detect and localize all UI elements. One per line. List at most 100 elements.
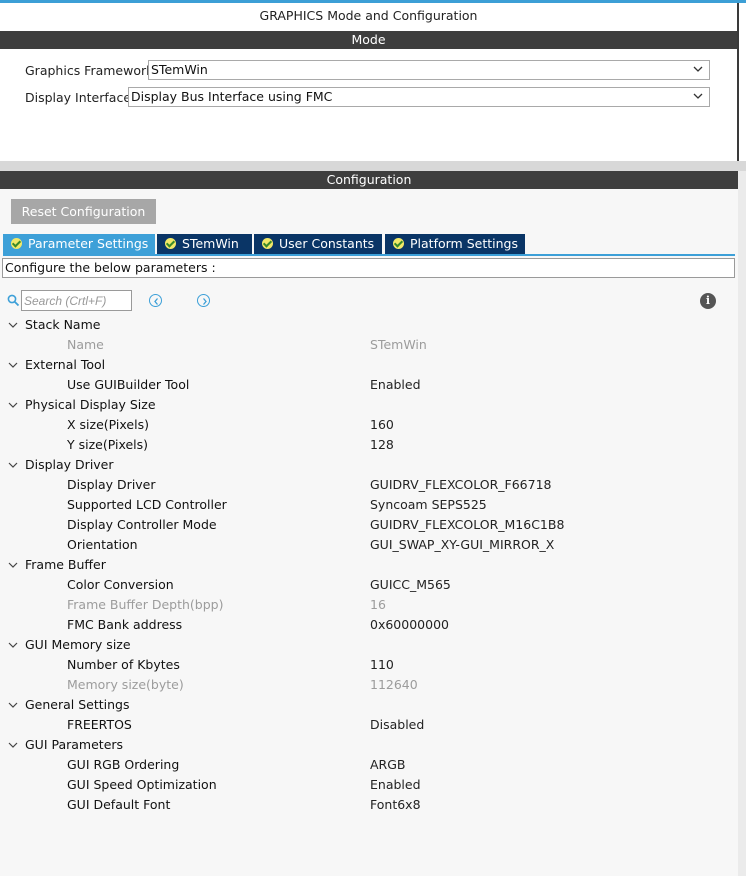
parameter-name: Display Controller Mode	[67, 517, 217, 532]
tree-group-row[interactable]: External Tool	[0, 355, 738, 375]
mode-header: Mode	[0, 31, 737, 49]
parameter-value[interactable]: ARGB	[370, 755, 406, 775]
parameter-name: Orientation	[67, 537, 138, 552]
parameter-row[interactable]: GUI Default Font Font6x8	[0, 795, 738, 815]
parameter-row[interactable]: Use GUIBuilder Tool Enabled	[0, 375, 738, 395]
chevron-down-icon	[693, 93, 703, 99]
parameter-value[interactable]: Font6x8	[370, 795, 421, 815]
parameter-row: Memory size(byte) 112640	[0, 675, 738, 695]
parameter-row[interactable]: X size(Pixels) 160	[0, 415, 738, 435]
parameter-name: Memory size(byte)	[67, 677, 184, 692]
parameter-row: Frame Buffer Depth(bpp) 16	[0, 595, 738, 615]
parameter-name: GUI Speed Optimization	[67, 777, 217, 792]
chevron-down-icon[interactable]	[8, 322, 18, 328]
tree-group-label: General Settings	[25, 697, 130, 712]
tree-group-row[interactable]: Physical Display Size	[0, 395, 738, 415]
parameter-name: GUI Default Font	[67, 797, 171, 812]
tree-group-row[interactable]: GUI Parameters	[0, 735, 738, 755]
configuration-panel-border	[738, 171, 746, 876]
tree-group-row[interactable]: GUI Memory size	[0, 635, 738, 655]
parameter-row[interactable]: Display Controller Mode GUIDRV_FLEXCOLOR_…	[0, 515, 738, 535]
window-top-accent	[0, 0, 746, 3]
parameter-row[interactable]: Supported LCD Controller Syncoam SEPS525	[0, 495, 738, 515]
tab-platform-settings[interactable]: Platform Settings	[385, 234, 525, 254]
parameter-row[interactable]: Orientation GUI_SWAP_XY-GUI_MIRROR_X	[0, 535, 738, 555]
parameter-value[interactable]: Disabled	[370, 715, 424, 735]
parameter-name: Y size(Pixels)	[67, 437, 149, 452]
parameter-value[interactable]: 128	[370, 435, 394, 455]
chevron-down-icon[interactable]	[8, 642, 18, 648]
tree-group-label: Stack Name	[25, 317, 101, 332]
chevron-down-icon	[693, 66, 703, 72]
display-interface-select[interactable]: Display Bus Interface using FMC	[128, 87, 710, 107]
tree-group-row[interactable]: Frame Buffer	[0, 555, 738, 575]
configure-hint: Configure the below parameters :	[2, 258, 735, 278]
tab-underline	[3, 254, 735, 256]
tree-group-row[interactable]: General Settings	[0, 695, 738, 715]
tree-group-row[interactable]: Display Driver	[0, 455, 738, 475]
parameter-value[interactable]: GUIDRV_FLEXCOLOR_F66718	[370, 475, 551, 495]
check-icon	[262, 238, 273, 249]
tree-group-row[interactable]: Stack Name	[0, 315, 738, 335]
parameter-name: Frame Buffer Depth(bpp)	[67, 597, 224, 612]
parameter-value[interactable]: 160	[370, 415, 394, 435]
check-icon	[165, 238, 176, 249]
parameter-name: FREERTOS	[67, 717, 132, 732]
tab-stemwin[interactable]: STemWin	[157, 234, 252, 254]
parameter-value[interactable]: 0x60000000	[370, 615, 449, 635]
parameter-name: Use GUIBuilder Tool	[67, 377, 190, 392]
parameter-name: Color Conversion	[67, 577, 174, 592]
parameter-row[interactable]: Color Conversion GUICC_M565	[0, 575, 738, 595]
parameter-row[interactable]: Display Driver GUIDRV_FLEXCOLOR_F66718	[0, 475, 738, 495]
parameter-row: Name STemWin	[0, 335, 738, 355]
window-right-border	[737, 3, 739, 161]
graphics-framework-value: STemWin	[151, 62, 208, 77]
display-interface-label: Display Interface	[25, 90, 132, 105]
tab-user-constants[interactable]: User Constants	[254, 234, 382, 254]
search-input[interactable]	[21, 290, 132, 311]
graphics-framework-label: Graphics Framework	[25, 63, 154, 78]
display-interface-value: Display Bus Interface using FMC	[131, 89, 333, 104]
graphics-framework-select[interactable]: STemWin	[148, 60, 710, 80]
reset-configuration-button[interactable]: Reset Configuration	[11, 199, 156, 224]
parameter-name: Name	[67, 337, 104, 352]
chevron-down-icon[interactable]	[8, 742, 18, 748]
chevron-down-icon[interactable]	[8, 462, 18, 468]
window-title: GRAPHICS Mode and Configuration	[259, 8, 478, 23]
parameter-value[interactable]: GUIDRV_FLEXCOLOR_M16C1B8	[370, 515, 564, 535]
tree-group-label: Display Driver	[25, 457, 114, 472]
chevron-down-icon[interactable]	[8, 402, 18, 408]
search-previous-button[interactable]	[149, 294, 162, 307]
check-icon	[393, 238, 404, 249]
parameter-name: FMC Bank address	[67, 617, 183, 632]
parameter-value[interactable]: Enabled	[370, 775, 421, 795]
tab-label: Parameter Settings	[28, 236, 149, 251]
parameter-row[interactable]: Y size(Pixels) 128	[0, 435, 738, 455]
parameter-row[interactable]: FREERTOS Disabled	[0, 715, 738, 735]
parameter-name: Supported LCD Controller	[67, 497, 227, 512]
chevron-down-icon[interactable]	[8, 362, 18, 368]
tree-group-label: GUI Memory size	[25, 637, 131, 652]
parameter-name: X size(Pixels)	[67, 417, 149, 432]
info-icon[interactable]: i	[700, 293, 716, 309]
configuration-header: Configuration	[0, 171, 738, 189]
parameter-value[interactable]: GUI_SWAP_XY-GUI_MIRROR_X	[370, 535, 554, 555]
tab-parameter-settings[interactable]: Parameter Settings	[3, 234, 155, 254]
parameter-value[interactable]: GUICC_M565	[370, 575, 451, 595]
parameter-value[interactable]: 110	[370, 655, 394, 675]
chevron-down-icon[interactable]	[8, 702, 18, 708]
search-next-button[interactable]	[197, 294, 210, 307]
parameter-value: 112640	[370, 677, 418, 692]
parameter-row[interactable]: FMC Bank address 0x60000000	[0, 615, 738, 635]
parameter-row[interactable]: GUI RGB Ordering ARGB	[0, 755, 738, 775]
parameter-name: Number of Kbytes	[67, 657, 180, 672]
parameter-value: STemWin	[370, 337, 427, 352]
tab-label: Platform Settings	[410, 236, 518, 251]
tab-label: User Constants	[279, 236, 375, 251]
parameter-row[interactable]: Number of Kbytes 110	[0, 655, 738, 675]
parameter-value[interactable]: Syncoam SEPS525	[370, 495, 487, 515]
chevron-down-icon[interactable]	[8, 562, 18, 568]
parameter-row[interactable]: GUI Speed Optimization Enabled	[0, 775, 738, 795]
parameter-value[interactable]: Enabled	[370, 375, 421, 395]
check-icon	[11, 238, 22, 249]
